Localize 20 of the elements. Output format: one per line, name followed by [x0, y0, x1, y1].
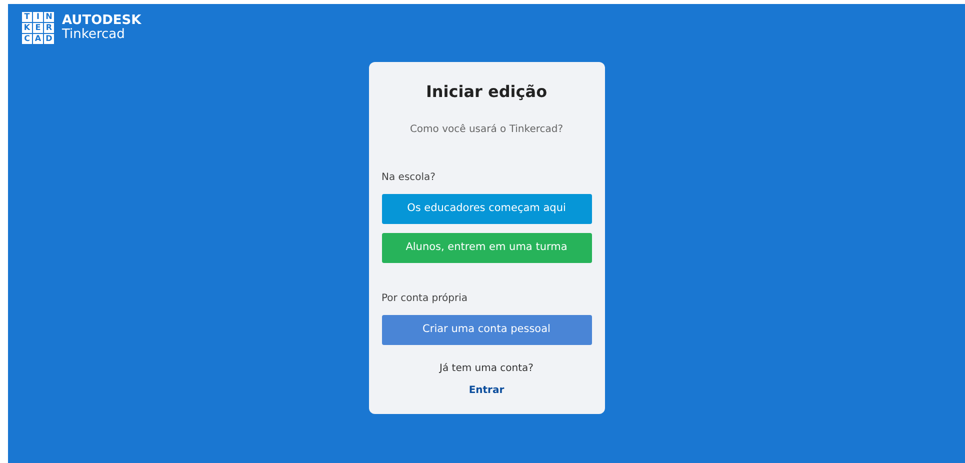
action-button[interactable]: Criar uma conta pessoal	[382, 315, 592, 345]
action-button[interactable]: Alunos, entrem em uma turma	[382, 233, 592, 263]
card-title: Iniciar edição	[424, 81, 548, 103]
logo-tile: T	[22, 12, 32, 22]
account-prompt: Já tem uma conta?	[438, 362, 534, 376]
action-button[interactable]: Os educadores começam aqui	[382, 194, 592, 224]
logo-tile: E	[33, 23, 43, 33]
logo-tile: K	[22, 23, 32, 33]
logo-tile: I	[33, 12, 43, 22]
sign-in-link[interactable]: Entrar	[468, 385, 504, 396]
product-name: Tinkercad	[62, 28, 126, 42]
logo-tile: R	[44, 23, 54, 33]
logo-tile: D	[44, 34, 54, 44]
logo-tile: C	[22, 34, 32, 44]
logo-tile: N	[44, 12, 54, 22]
card-subtitle: Como você usará o Tinkercad?	[408, 123, 564, 137]
section-label: Por conta própria	[382, 292, 468, 306]
section-label: Na escola?	[382, 171, 436, 185]
logo-tile: A	[33, 34, 43, 44]
brand-name: AUTODESK	[62, 14, 142, 28]
